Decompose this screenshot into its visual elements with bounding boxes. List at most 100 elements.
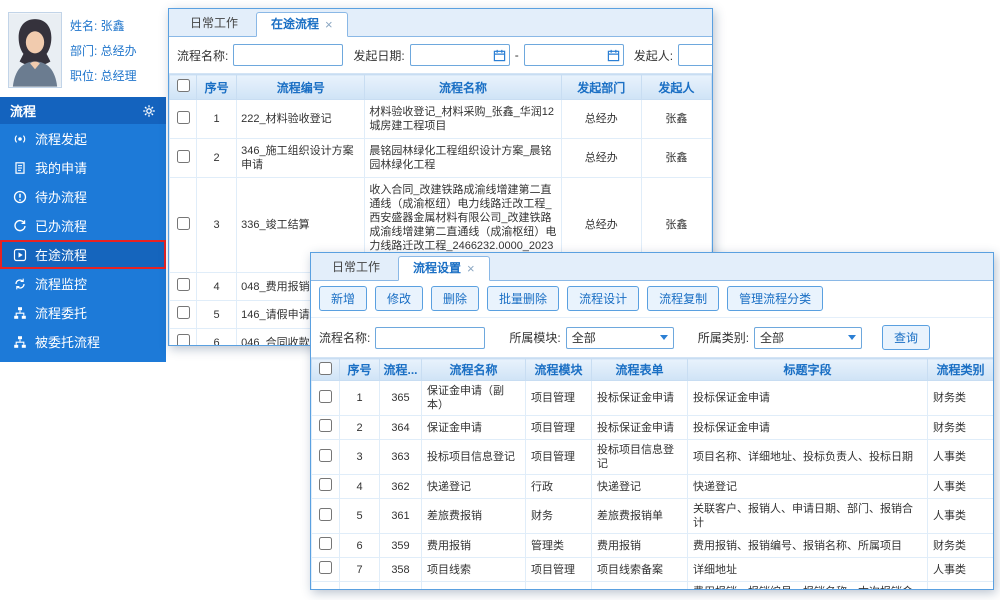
calendar-icon[interactable]	[493, 49, 506, 62]
tab-process-settings[interactable]: 流程设置 ×	[398, 256, 490, 281]
module-select-value: 全部	[572, 329, 596, 346]
close-icon[interactable]: ×	[467, 257, 475, 280]
row-checkbox[interactable]	[319, 449, 332, 462]
column-header: 流程名称	[365, 75, 561, 100]
cell-category: 人事类	[928, 499, 994, 534]
table-row[interactable]: 1 222_材料验收登记 材料验收登记_材料采购_张鑫_华润12城房建工程项目 …	[170, 100, 712, 139]
toolbar-button[interactable]: 新增	[319, 286, 367, 311]
cell-process-name: 保证金申请（副本）	[422, 381, 526, 416]
table-row[interactable]: 2 364 保证金申请 项目管理 投标保证金申请 投标保证金申请 财务类	[312, 416, 994, 440]
toolbar-button[interactable]: 流程设计	[567, 286, 639, 311]
row-checkbox[interactable]	[319, 508, 332, 521]
row-checkbox[interactable]	[319, 561, 332, 574]
select-all-checkbox[interactable]	[177, 79, 190, 92]
row-checkbox[interactable]	[177, 150, 190, 163]
cell-form: 项目线索备案	[592, 558, 688, 582]
row-checkbox-cell	[312, 534, 340, 558]
column-header: 流程表单	[592, 359, 688, 381]
toolbar-button[interactable]: 修改	[375, 286, 423, 311]
table-row[interactable]: 8 357 测试费用报销 财务 费用报销 费用报销、报销编号、报销名称、本次报销…	[312, 582, 994, 591]
calendar-icon[interactable]	[607, 49, 620, 62]
row-checkbox[interactable]	[319, 419, 332, 432]
sidebar-item-label: 在途流程	[35, 245, 87, 264]
column-header: 流程...	[380, 359, 422, 381]
sidebar-item-label: 已办流程	[35, 216, 87, 235]
query-button[interactable]: 查询	[882, 325, 930, 350]
gear-icon[interactable]	[142, 104, 156, 118]
cell-process-name: 材料验收登记_材料采购_张鑫_华润12城房建工程项目	[365, 100, 561, 139]
table-row[interactable]: 5 361 差旅费报销 财务 差旅费报销单 关联客户、报销人、申请日期、部门、报…	[312, 499, 994, 534]
toolbar-button[interactable]: 删除	[431, 286, 479, 311]
table-row[interactable]: 2 346_施工组织设计方案申请 晨铭园林绿化工程组织设计方案_晨铭园林绿化工程…	[170, 139, 712, 178]
date-from-box	[410, 44, 510, 66]
table-row[interactable]: 7 358 项目线索 项目管理 项目线索备案 详细地址 人事类	[312, 558, 994, 582]
filter-bar: 流程名称: 发起日期: - 发起人:	[169, 37, 712, 74]
row-checkbox[interactable]	[177, 278, 190, 291]
row-checkbox[interactable]	[319, 537, 332, 550]
table-row[interactable]: 1 365 保证金申请（副本） 项目管理 投标保证金申请 投标保证金申请 财务类	[312, 381, 994, 416]
process-name-input[interactable]	[375, 327, 485, 349]
cell-form: 费用报销	[592, 582, 688, 591]
tab-in-transit-processes[interactable]: 在途流程 ×	[256, 12, 348, 37]
row-checkbox[interactable]	[319, 478, 332, 491]
cell-form: 投标项目信息登记	[592, 440, 688, 475]
column-header: 流程模块	[526, 359, 592, 381]
select-all-checkbox[interactable]	[319, 362, 332, 375]
cell-title-field: 关联客户、报销人、申请日期、部门、报销合计	[688, 499, 928, 534]
cell-module: 项目管理	[526, 440, 592, 475]
refresh-icon	[13, 219, 27, 233]
cell-form: 费用报销	[592, 534, 688, 558]
cell-initiator: 张鑫	[641, 100, 711, 139]
table-row[interactable]: 4 362 快递登记 行政 快递登记 快递登记 人事类	[312, 475, 994, 499]
select-all-cell	[312, 359, 340, 381]
toolbar-button[interactable]: 流程复制	[647, 286, 719, 311]
row-checkbox-cell	[312, 558, 340, 582]
column-header: 标题字段	[688, 359, 928, 381]
sidebar-item-my-applications[interactable]: 我的申请	[0, 153, 166, 182]
broadcast-icon	[13, 132, 27, 146]
sidebar-section-header: 流程	[0, 97, 166, 124]
cell-process-code: 364	[380, 416, 422, 440]
row-checkbox[interactable]	[177, 111, 190, 124]
tab-daily-work[interactable]: 日常工作	[175, 11, 253, 36]
cell-process-name: 项目线索	[422, 558, 526, 582]
cell-no: 5	[197, 301, 237, 329]
process-name-input[interactable]	[233, 44, 343, 66]
close-icon[interactable]: ×	[325, 13, 333, 36]
sidebar-item-delegated-processes[interactable]: 被委托流程	[0, 327, 166, 356]
cell-title-field: 投标保证金申请	[688, 416, 928, 440]
cell-process-name: 测试费用报销	[422, 582, 526, 591]
sidebar-item-in-transit-processes[interactable]: 在途流程	[0, 240, 166, 269]
sidebar-item-pending-processes[interactable]: 待办流程	[0, 182, 166, 211]
sidebar-item-label: 流程发起	[35, 129, 87, 148]
row-checkbox-cell	[170, 178, 197, 273]
desktop: { "sidebar": { "profile": { "name": "姓名:…	[0, 0, 1000, 600]
table-row[interactable]: 3 363 投标项目信息登记 项目管理 投标项目信息登记 项目名称、详细地址、投…	[312, 440, 994, 475]
category-select[interactable]: 全部	[754, 327, 862, 349]
row-checkbox-cell	[170, 100, 197, 139]
table-row[interactable]: 6 359 费用报销 管理类 费用报销 费用报销、报销编号、报销名称、所属项目 …	[312, 534, 994, 558]
row-checkbox[interactable]	[177, 334, 190, 346]
row-checkbox[interactable]	[177, 217, 190, 230]
toolbar: 新增 修改 删除 批量删除 流程设计 流程复制 管理流程分类	[311, 281, 993, 318]
sidebar-item-completed-processes[interactable]: 已办流程	[0, 211, 166, 240]
toolbar-button[interactable]: 管理流程分类	[727, 286, 823, 311]
category-label: 所属类别:	[698, 329, 749, 346]
module-select[interactable]: 全部	[566, 327, 674, 349]
column-header: 序号	[197, 75, 237, 100]
tab-daily-work[interactable]: 日常工作	[317, 255, 395, 280]
user-profile: 姓名: 张鑫 部门: 总经办 职位: 总经理	[0, 0, 166, 97]
column-header: 序号	[340, 359, 380, 381]
cell-process-name: 费用报销	[422, 534, 526, 558]
sidebar-item-process-monitoring[interactable]: 流程监控	[0, 269, 166, 298]
sidebar-item-process-delegation[interactable]: 流程委托	[0, 298, 166, 327]
cell-category: 人事类	[928, 475, 994, 499]
row-checkbox[interactable]	[177, 306, 190, 319]
row-checkbox-cell	[312, 499, 340, 534]
cell-module: 行政	[526, 475, 592, 499]
initiator-input[interactable]	[678, 44, 713, 66]
sidebar-item-process-start[interactable]: 流程发起	[0, 124, 166, 153]
row-checkbox[interactable]	[319, 390, 332, 403]
table-header-row: 序号 流程... 流程名称 流程模块 流程表单 标题字段 流程类别	[312, 359, 994, 381]
toolbar-button[interactable]: 批量删除	[487, 286, 559, 311]
